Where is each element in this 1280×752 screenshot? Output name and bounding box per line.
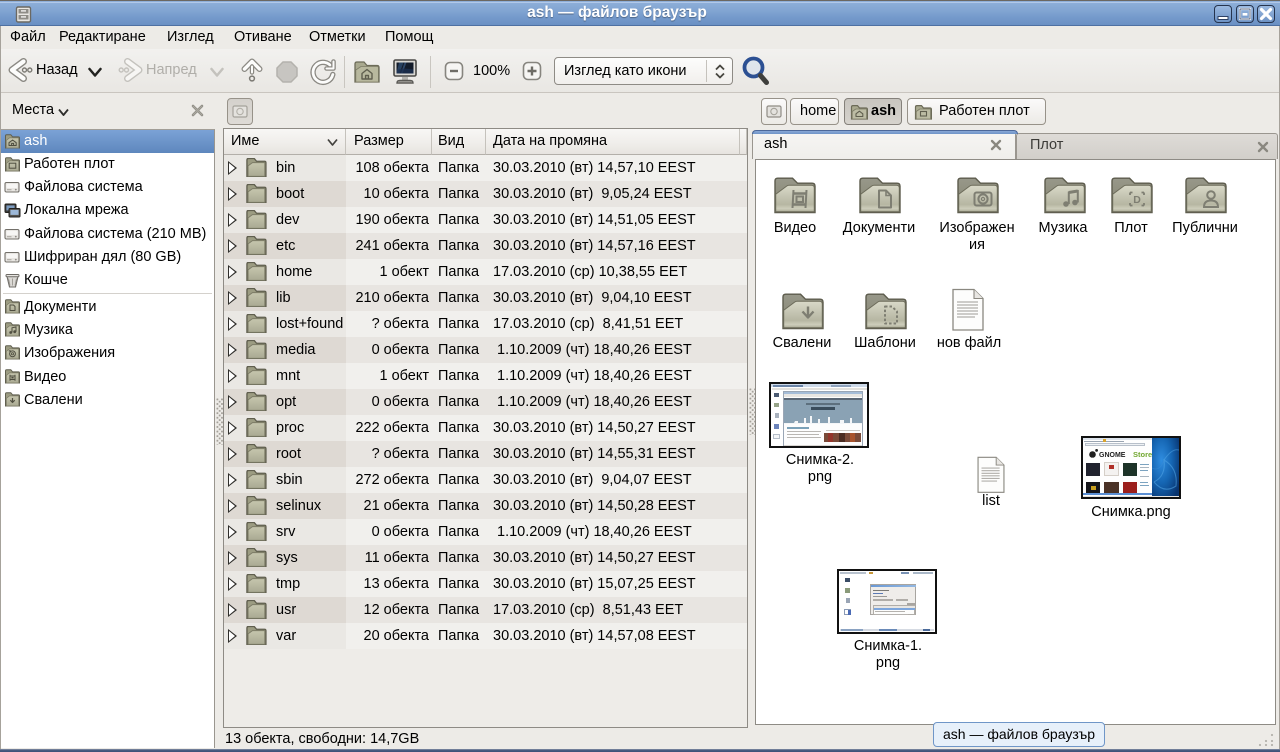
svg-text:GNOME: GNOME	[1099, 452, 1126, 459]
svg-text:D: D	[1133, 194, 1141, 206]
